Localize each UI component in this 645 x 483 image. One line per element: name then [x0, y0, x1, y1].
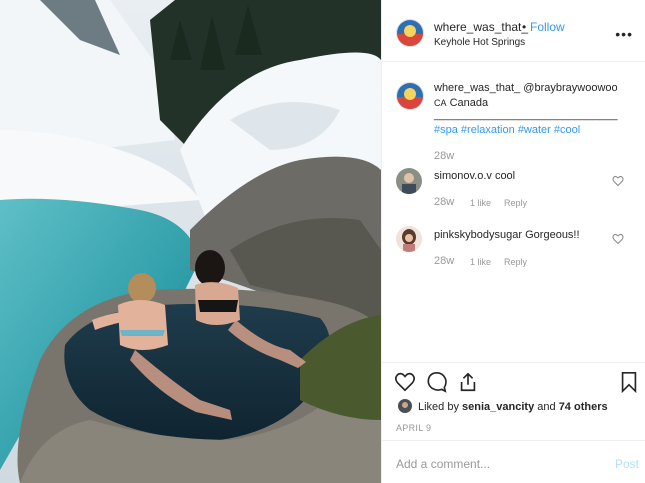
comment-body: Gorgeous!!: [525, 229, 580, 241]
author-avatar[interactable]: [396, 19, 424, 47]
hashtag-relaxation[interactable]: #relaxation: [461, 124, 515, 136]
comment-likes[interactable]: 1 like: [470, 198, 491, 208]
post-date[interactable]: APRIL 9: [396, 423, 431, 433]
location-link[interactable]: Keyhole Hot Springs: [434, 37, 525, 48]
commenter-username[interactable]: simonov.o.v: [434, 170, 492, 182]
share-icon[interactable]: [457, 371, 479, 393]
country-code: CA: [434, 98, 447, 108]
country-name: Canada: [449, 97, 489, 109]
hashtag-water[interactable]: #water: [518, 124, 551, 136]
post-side-panel: where_was_that_ • Follow Keyhole Hot Spr…: [381, 0, 645, 483]
comment-likes[interactable]: 1 like: [470, 257, 491, 267]
hot-spring-photo: [0, 0, 381, 483]
comment-text: simonov.o.v cool: [434, 170, 515, 182]
reply-button[interactable]: Reply: [504, 198, 527, 208]
reply-button[interactable]: Reply: [504, 257, 527, 267]
caption-text: where_was_that_ @braybraywoowoo: [434, 82, 618, 94]
like-comment-heart-icon[interactable]: [612, 175, 624, 187]
follow-button[interactable]: Follow: [530, 20, 565, 34]
commenter-avatar[interactable]: [396, 226, 422, 252]
hashtag-cool[interactable]: #cool: [554, 124, 580, 136]
hashtag-line: #spa #relaxation #water #cool: [434, 124, 580, 136]
caption-country-line: CA Canada: [434, 97, 488, 109]
author-username[interactable]: where_was_that_: [434, 20, 528, 34]
caption-divider: ______________________________: [434, 109, 618, 121]
caption-avatar[interactable]: [396, 82, 424, 110]
more-options-icon[interactable]: •••: [615, 26, 633, 42]
liker-avatar[interactable]: [398, 399, 412, 413]
likes-others[interactable]: 74 others: [559, 401, 608, 413]
comment-text: pinkskybodysugar Gorgeous!!: [434, 229, 580, 241]
separator-dot: •: [522, 20, 527, 34]
commenter-username[interactable]: pinkskybodysugar: [434, 229, 522, 241]
liker-username[interactable]: senia_vancity: [462, 401, 534, 413]
comment-bubble-icon[interactable]: [426, 371, 448, 393]
comment-body: cool: [494, 170, 516, 182]
post-photo[interactable]: [0, 0, 381, 483]
like-heart-icon[interactable]: [394, 371, 416, 393]
like-comment-heart-icon[interactable]: [612, 233, 624, 245]
caption-mention[interactable]: @braybraywoowoo: [523, 82, 617, 94]
save-bookmark-icon[interactable]: [618, 371, 640, 393]
instagram-post-modal: where_was_that_ • Follow Keyhole Hot Spr…: [0, 0, 645, 483]
add-comment-input[interactable]: Add a comment...: [396, 457, 490, 471]
post-header: where_was_that_ • Follow Keyhole Hot Spr…: [382, 6, 645, 62]
likes-and: and: [537, 401, 556, 413]
caption-username[interactable]: where_was_that_: [434, 82, 520, 94]
comment-age[interactable]: 28w: [434, 255, 454, 267]
add-comment-bar: Add a comment... Post: [382, 440, 645, 483]
likes-summary: Liked by senia_vancity and 74 others: [418, 401, 608, 413]
liked-by-label: Liked by: [418, 401, 459, 413]
hashtag-spa[interactable]: #spa: [434, 124, 458, 136]
comment-age[interactable]: 28w: [434, 196, 454, 208]
commenter-avatar[interactable]: [396, 168, 422, 194]
caption-age[interactable]: 28w: [434, 150, 454, 162]
post-comment-button[interactable]: Post: [615, 457, 639, 471]
